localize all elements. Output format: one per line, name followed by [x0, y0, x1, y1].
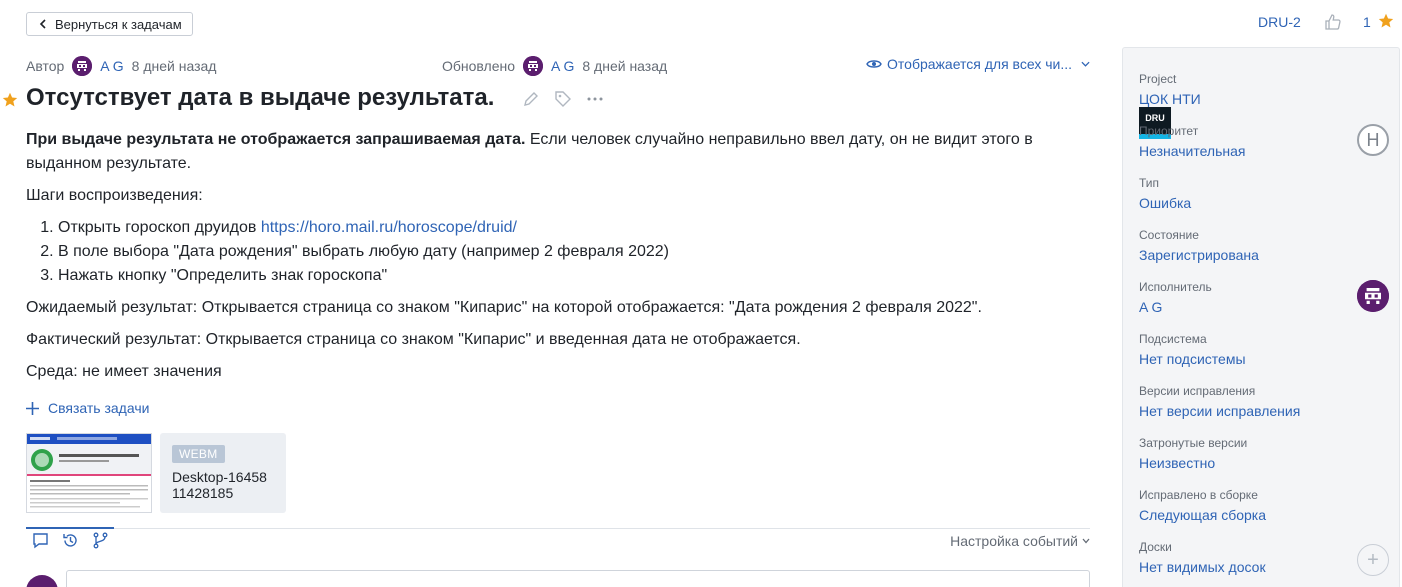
- field-type: Тип Ошибка: [1139, 176, 1389, 211]
- issue-meta: Автор A G 8 дней назад Обновлено A G 8 д…: [26, 56, 1090, 76]
- author-name[interactable]: A G: [100, 58, 123, 74]
- more-icon[interactable]: [586, 90, 604, 108]
- author-avatar[interactable]: [72, 56, 93, 76]
- steps-heading: Шаги воспроизведения:: [26, 187, 203, 204]
- field-priority: Приоритет Незначительная Н: [1139, 124, 1389, 159]
- add-board-icon[interactable]: +: [1357, 544, 1389, 576]
- field-value[interactable]: Нет подсистемы: [1139, 351, 1389, 367]
- history-icon[interactable]: [62, 532, 79, 549]
- eye-icon: [866, 60, 882, 68]
- steps-list: Открыть гороскоп друидов https://horo.ma…: [58, 216, 1096, 288]
- pencil-icon[interactable]: [522, 90, 540, 108]
- field-subsystem: Подсистема Нет подсистемы: [1139, 332, 1389, 367]
- field-value[interactable]: Ошибка: [1139, 195, 1389, 211]
- visibility-label: Отображается для всех чи...: [887, 56, 1072, 72]
- link-issues-button[interactable]: Связать задачи: [26, 400, 149, 416]
- file-name: Desktop-1645811428185: [172, 469, 267, 501]
- field-value[interactable]: Нет видимых досок: [1139, 559, 1389, 575]
- updated-label: Обновлено: [442, 58, 516, 74]
- issue-description: При выдаче результата не отображается за…: [26, 128, 1096, 392]
- attachment-file[interactable]: WEBM Desktop-1645811428185: [160, 433, 286, 513]
- field-label: Приоритет: [1139, 124, 1199, 138]
- updated-info: Обновлено A G 8 дней назад: [442, 56, 667, 76]
- updater-avatar[interactable]: [523, 56, 544, 76]
- active-tab-indicator: [26, 527, 114, 529]
- expected-result: Ожидаемый результат: Открывается страниц…: [26, 299, 982, 316]
- chevron-left-icon: [39, 19, 46, 29]
- plus-icon: [26, 401, 39, 415]
- field-affected-versions: Затронутые версии Неизвестно: [1139, 436, 1389, 471]
- back-to-tasks-button[interactable]: Вернуться к задачам: [26, 12, 193, 36]
- chevron-down-icon: [1081, 61, 1090, 67]
- activity-divider: [26, 528, 1090, 529]
- title-tools: [522, 90, 604, 108]
- comment-input[interactable]: [66, 570, 1090, 587]
- list-item: Нажать кнопку "Определить знак гороскопа…: [58, 264, 1096, 288]
- field-fixed-in-build: Исправлено в сборке Следующая сборка: [1139, 488, 1389, 523]
- current-user-avatar: [26, 575, 58, 587]
- file-type-badge: WEBM: [172, 445, 225, 463]
- author-time: 8 дней назад: [131, 58, 217, 74]
- field-label: Тип: [1139, 176, 1160, 190]
- field-value[interactable]: ЦОК НТИ: [1139, 91, 1389, 107]
- thumbs-up-icon[interactable]: [1324, 13, 1342, 31]
- list-item: В поле выбора "Дата рождения" выбрать лю…: [58, 240, 1096, 264]
- activity-tabs: [32, 532, 109, 549]
- link-issues-label: Связать задачи: [48, 400, 150, 416]
- environment: Среда: не имеет значения: [26, 363, 222, 380]
- issue-title: Отсутствует дата в выдаче результата.: [26, 84, 495, 111]
- description-intro: При выдаче результата не отображается за…: [26, 128, 1096, 176]
- chevron-down-icon: [1082, 538, 1090, 544]
- field-value[interactable]: A G: [1139, 299, 1389, 315]
- issue-fields-sidebar: Project ЦОК НТИ DRU Приоритет Незначител…: [1122, 47, 1400, 587]
- updated-time: 8 дней назад: [582, 58, 668, 74]
- field-label: Подсистема: [1139, 332, 1207, 346]
- updater-name[interactable]: A G: [551, 58, 574, 74]
- description-bold-intro: При выдаче результата не отображается за…: [26, 131, 526, 148]
- vcs-branch-icon[interactable]: [92, 532, 109, 549]
- author-info: Автор A G 8 дней назад: [26, 56, 216, 76]
- attachment-screenshot-thumbnail[interactable]: [26, 433, 152, 513]
- tag-icon[interactable]: [554, 90, 572, 108]
- field-label: Версии исправления: [1139, 384, 1256, 398]
- field-fix-versions: Версии исправления Нет версии исправлени…: [1139, 384, 1389, 419]
- issue-header-actions: DRU-2 1: [1258, 13, 1394, 30]
- comment-icon[interactable]: [32, 532, 49, 549]
- star-icon[interactable]: [1378, 13, 1394, 29]
- back-button-label: Вернуться к задачам: [55, 16, 182, 32]
- field-label: Исправлено в сборке: [1139, 488, 1258, 502]
- field-label: Доски: [1139, 540, 1172, 554]
- field-value[interactable]: Неизвестно: [1139, 455, 1389, 471]
- author-label: Автор: [26, 58, 65, 74]
- list-item: Открыть гороскоп друидов https://horo.ma…: [58, 216, 1096, 240]
- screenshot-thumbnail-image: [27, 434, 151, 508]
- step1-text: Открыть гороскоп друидов: [58, 219, 261, 236]
- field-label: Состояние: [1139, 228, 1199, 242]
- visibility-dropdown[interactable]: Отображается для всех чи...: [866, 56, 1090, 72]
- field-value[interactable]: Незначительная: [1139, 143, 1389, 159]
- field-label: Project: [1139, 72, 1177, 86]
- step1-link[interactable]: https://horo.mail.ru/horoscope/druid/: [261, 219, 517, 236]
- issue-id[interactable]: DRU-2: [1258, 14, 1301, 30]
- field-value[interactable]: Нет версии исправления: [1139, 403, 1389, 419]
- events-settings-dropdown[interactable]: Настройка событий: [950, 533, 1090, 549]
- field-label: Исполнитель: [1139, 280, 1212, 294]
- field-value[interactable]: Зарегистрирована: [1139, 247, 1389, 263]
- actual-result: Фактический результат: Открывается стран…: [26, 331, 801, 348]
- star-icon[interactable]: [2, 92, 18, 108]
- field-boards: Доски Нет видимых досок +: [1139, 540, 1389, 576]
- field-value[interactable]: Следующая сборка: [1139, 507, 1389, 523]
- field-assignee: Исполнитель A G: [1139, 280, 1389, 315]
- field-label: Затронутые версии: [1139, 436, 1248, 450]
- field-state: Состояние Зарегистрирована: [1139, 228, 1389, 263]
- events-settings-label: Настройка событий: [950, 533, 1078, 549]
- priority-icon: Н: [1357, 124, 1389, 156]
- assignee-avatar: [1357, 280, 1389, 312]
